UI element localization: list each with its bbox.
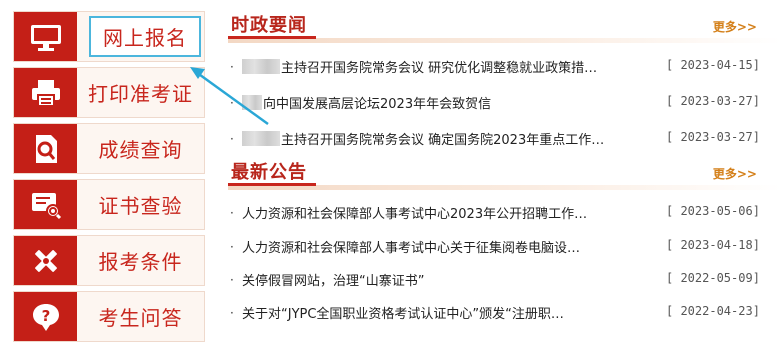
section-title: 最新公告 [231,162,307,183]
notice-date: [ 2022-05-09] [666,271,760,285]
redacted-block [242,131,280,146]
list-item[interactable]: · 人力资源和社会保障部人事考试中心关于征集阅卷电脑设… [ 2023-04-1… [228,236,781,258]
notice-title[interactable]: 关于对“JYPC全国职业资格考试认证中心”颁发“注册职… [242,303,672,322]
menu-item-label: 报考条件 [98,250,183,274]
list-item[interactable]: · 主持召开国务院常务会议 确定国务院2023年重点工作… [ 2023-03-… [228,128,781,150]
more-link[interactable]: 更多>> [713,18,757,35]
list-item[interactable]: · 人力资源和社会保障部人事考试中心2023年公开招聘工作… [ 2023-05… [228,202,781,224]
redacted-block [242,59,280,74]
list-item[interactable]: · 主持召开国务院常务会议 研究优化调整稳就业政策措… [ 2023-04-15… [228,56,781,78]
news-title[interactable]: 向中国发展高层论坛2023年年会致贺信 [242,93,672,112]
notice-title[interactable]: 关停假冒网站，治理“山寨证书” [242,270,672,289]
section-title: 时政要闻 [231,15,307,36]
menu-item-online-registration[interactable]: 网上报名 [13,11,205,62]
list-item[interactable]: · 向中国发展高层论坛2023年年会致贺信 [ 2023-03-27] [228,92,781,114]
menu-item-label: 网上报名 [103,26,187,50]
menu-item-print-admission[interactable]: 打印准考证 [13,67,205,118]
bullet-icon: · [230,60,234,74]
search-document-icon [14,124,77,173]
bullet-icon: · [230,240,234,254]
menu-item-label: 成绩查询 [98,138,183,162]
news-title[interactable]: 主持召开国务院常务会议 研究优化调整稳就业政策措… [242,57,672,76]
monitor-icon [14,12,77,61]
notice-date: [ 2023-05-06] [666,204,760,218]
question-icon: ? [14,292,77,341]
bullet-icon: · [230,206,234,220]
printer-icon [14,68,77,117]
svg-text:?: ? [41,307,50,325]
bullet-icon: · [230,273,234,287]
menu-item-score-query[interactable]: 成绩查询 [13,123,205,174]
redacted-block [242,95,262,110]
section-header: 最新公告 更多>> [228,155,781,190]
bullet-icon: · [230,306,234,320]
menu-item-certificate-check[interactable]: 证书查验 [13,179,205,230]
section-header: 时政要闻 更多>> [228,8,781,43]
menu-item-faq[interactable]: ? 考生问答 [13,291,205,342]
news-date: [ 2023-03-27] [666,94,760,108]
list-item[interactable]: · 关停假冒网站，治理“山寨证书” [ 2022-05-09] [228,269,781,291]
menu-item-exam-conditions[interactable]: 报考条件 [13,235,205,286]
list-item[interactable]: · 关于对“JYPC全国职业资格考试认证中心”颁发“注册职… [ 2022-04… [228,302,781,324]
notice-date: [ 2023-04-18] [666,238,760,252]
menu-item-label: 考生问答 [98,306,183,330]
notice-title[interactable]: 人力资源和社会保障部人事考试中心关于征集阅卷电脑设… [242,237,672,256]
news-title[interactable]: 主持召开国务院常务会议 确定国务院2023年重点工作… [242,129,672,148]
bullet-icon: · [230,96,234,110]
bullet-icon: · [230,132,234,146]
more-link[interactable]: 更多>> [713,165,757,182]
news-date: [ 2023-04-15] [666,58,760,72]
notice-date: [ 2022-04-23] [666,304,760,318]
certificate-search-icon [14,180,77,229]
tools-icon [14,236,77,285]
news-date: [ 2023-03-27] [666,130,760,144]
menu-item-label: 证书查验 [98,194,183,218]
notice-title[interactable]: 人力资源和社会保障部人事考试中心2023年公开招聘工作… [242,203,672,222]
menu-item-label: 打印准考证 [88,82,193,106]
